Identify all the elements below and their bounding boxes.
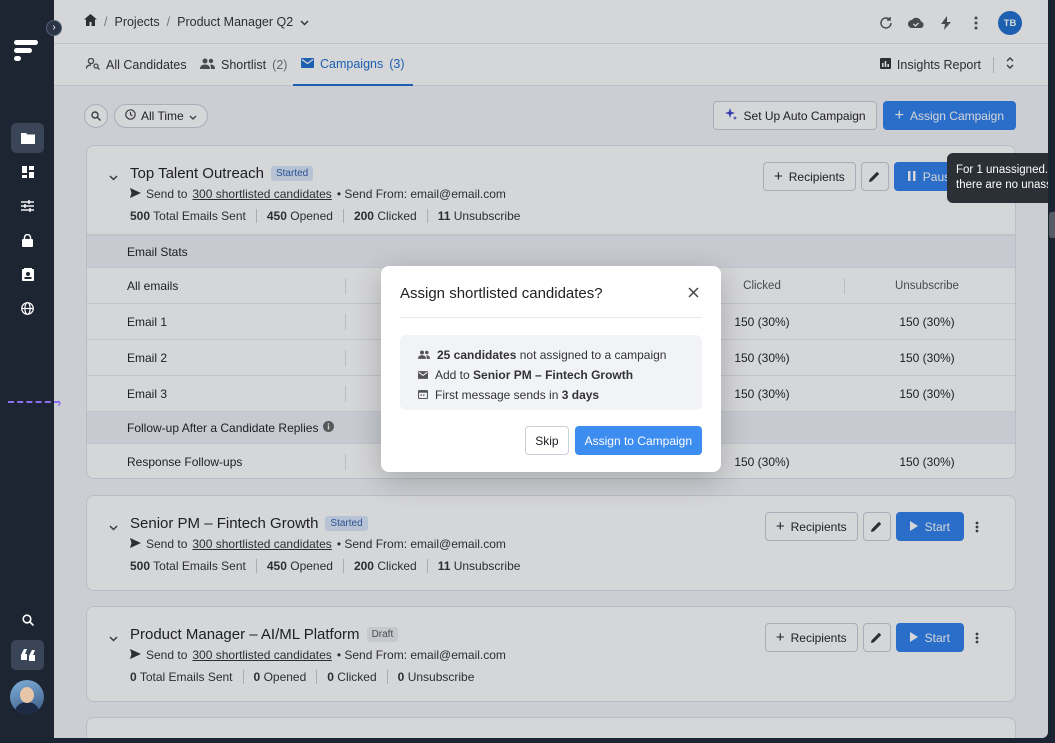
close-icon[interactable] (688, 285, 699, 303)
dialog-info-box: 25 candidates not assigned to a campaign… (400, 335, 702, 410)
info-candidates: 25 candidates not assigned to a campaign (418, 345, 702, 365)
scroll-handle[interactable] (1049, 212, 1055, 238)
people-icon (418, 348, 430, 362)
contact-card-icon[interactable] (11, 259, 44, 289)
calendar-icon (417, 388, 429, 402)
dialog-title: Assign shortlisted candidates? (400, 285, 603, 302)
sliders-icon[interactable] (11, 191, 44, 221)
quote-icon[interactable] (11, 640, 44, 670)
chevron-right-icon: › (57, 395, 62, 410)
search-icon[interactable] (11, 605, 44, 635)
assign-dialog: Assign shortlisted candidates? 25 candid… (381, 266, 721, 472)
window-edge (0, 738, 1055, 743)
tooltip: For 1 unassigned. D there are no unassi (947, 153, 1055, 203)
tooltip-line: there are no unassi (956, 179, 1055, 191)
dashboard-icon[interactable] (11, 157, 44, 187)
folder-icon[interactable] (11, 123, 44, 153)
divider (400, 317, 702, 318)
assign-to-campaign-button[interactable]: Assign to Campaign (574, 426, 702, 455)
avatar[interactable] (10, 680, 44, 714)
skip-button[interactable]: Skip (525, 426, 569, 455)
dashed-pointer-line (8, 401, 60, 403)
mail-icon (418, 368, 428, 382)
dialog-actions: Skip Assign to Campaign (525, 426, 702, 455)
info-schedule: First message sends in 3 days (417, 385, 702, 405)
window-edge (1048, 0, 1055, 743)
tooltip-line: For 1 unassigned. D (956, 164, 1055, 176)
globe-icon[interactable] (11, 293, 44, 323)
info-campaign: Add to Senior PM – Fintech Growth (418, 365, 702, 385)
chevron-right-icon[interactable]: › (46, 20, 62, 36)
lock-icon[interactable] (11, 225, 44, 255)
app-logo[interactable] (14, 38, 40, 64)
sidebar (0, 0, 54, 743)
